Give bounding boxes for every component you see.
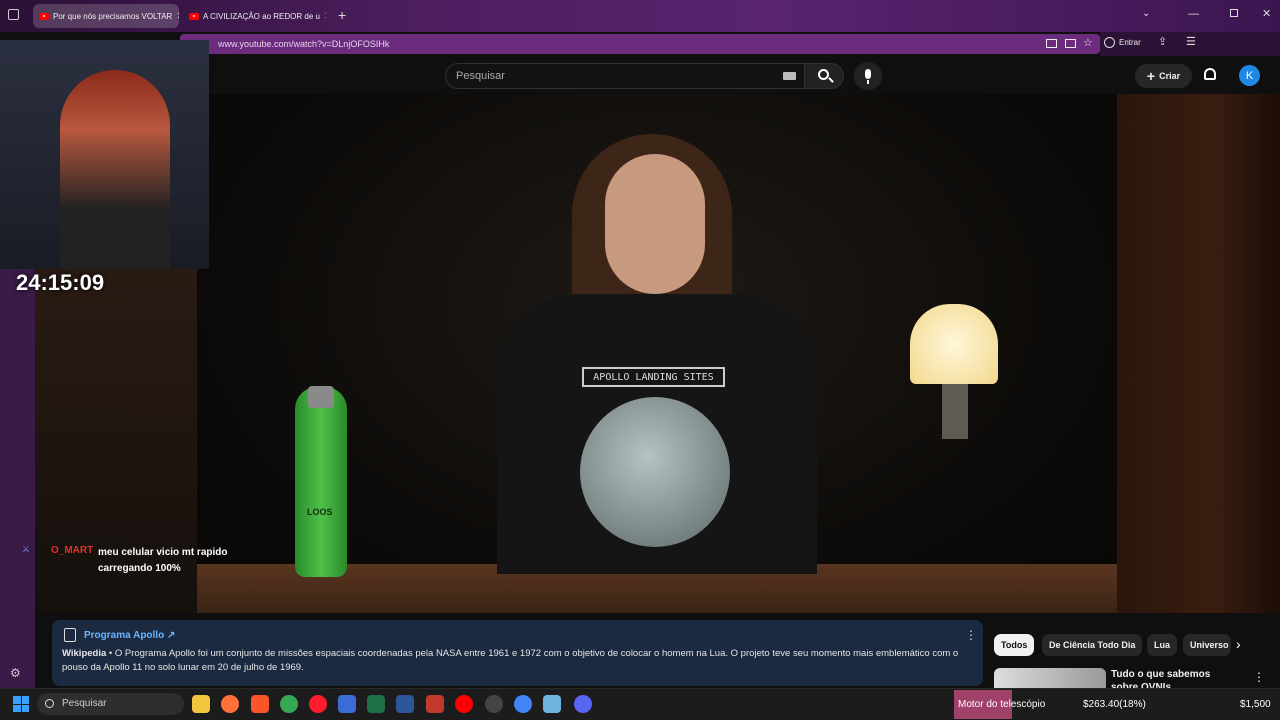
chat-message: meu celular vicio mt rapido carregando 1… (98, 547, 228, 574)
video-presenter-face (605, 154, 705, 294)
chrome-icon[interactable] (514, 695, 532, 713)
info-description: O Programa Apollo foi um conjunto de mis… (62, 648, 959, 673)
lamp (910, 304, 998, 384)
info-panel-text: Wikipedia • O Programa Apollo foi um con… (62, 648, 959, 673)
tab-title: Por que nós precisamos VOLTAR (53, 11, 173, 21)
word-icon[interactable] (396, 695, 414, 713)
close-icon[interactable]: ✕ (176, 11, 179, 22)
discord-icon[interactable] (574, 695, 592, 713)
search-input[interactable]: Pesquisar (445, 63, 805, 89)
chip-lua[interactable]: Lua (1147, 634, 1178, 656)
excel-icon[interactable] (367, 695, 385, 713)
sidebar-strip (0, 269, 35, 689)
bottle-cap (308, 386, 334, 408)
document-icon (64, 628, 76, 642)
bottle-text: LOOS (307, 507, 333, 517)
youtube-favicon-icon (189, 12, 199, 20)
mic-icon-stand (867, 80, 869, 84)
more-options-icon[interactable]: ⋮ (965, 628, 977, 642)
mic-icon (865, 69, 871, 79)
chat-badge-icon: ⚔ (22, 544, 31, 554)
pip-icon[interactable] (1046, 39, 1057, 48)
stock-name[interactable]: Motor do telescópio (958, 699, 1045, 710)
github-icon[interactable] (485, 695, 503, 713)
shirt-text: APOLLO LANDING SITES (582, 367, 725, 387)
info-source: Wikipedia (62, 648, 107, 659)
maximize-icon[interactable] (1230, 9, 1238, 17)
keyboard-icon[interactable] (783, 72, 796, 80)
close-icon[interactable]: ✕ (324, 11, 326, 22)
menu-icon[interactable]: ☰ (1186, 35, 1196, 48)
notepad-icon[interactable] (543, 695, 561, 713)
notifications-button[interactable] (1200, 65, 1220, 85)
account-icon[interactable] (1104, 37, 1115, 48)
brave-icon[interactable] (251, 695, 269, 713)
tab-title: A CIVILIZAÇÃO ao REDOR de u (203, 11, 320, 21)
bell-icon (1204, 68, 1216, 80)
search-icon-handle (828, 77, 834, 83)
chat-username: O_MART (51, 545, 94, 556)
create-button[interactable]: + Criar (1135, 64, 1192, 88)
external-link-icon: ↗ (166, 630, 176, 641)
video-player[interactable]: APOLLO LANDING SITES LOOS (197, 94, 1117, 613)
recommendation-thumbnail[interactable] (994, 668, 1106, 690)
chip-ciencia[interactable]: De Ciência Todo Dia (1042, 634, 1143, 656)
water-bottle: LOOS (295, 387, 347, 577)
new-tab-button[interactable]: + (338, 7, 346, 23)
youtube-favicon-icon (39, 12, 49, 20)
close-window-icon[interactable]: ✕ (1262, 7, 1271, 20)
streamer (60, 70, 170, 269)
browser-tab-bar: Por que nós precisamos VOLTAR ✕ A CIVILI… (0, 0, 1280, 32)
reader-icon[interactable] (1065, 39, 1076, 48)
browser-toolbar-right: Entrar ⇪ ☰ (1100, 32, 1280, 56)
search-icon (45, 699, 54, 708)
bookmark-star-icon[interactable]: ☆ (1083, 36, 1093, 49)
windows-start-icon[interactable] (13, 696, 29, 712)
chip-universo[interactable]: Universo (1183, 634, 1231, 656)
chrome-icon[interactable] (280, 695, 298, 713)
address-bar[interactable]: www.youtube.com/watch?v=DLnjOFOSIHk (180, 34, 1100, 54)
chevron-right-icon[interactable]: › (1236, 636, 1241, 652)
ambient-glow (1117, 94, 1280, 613)
extensions-icon[interactable]: ⇪ (1158, 35, 1167, 48)
file-explorer-icon[interactable] (192, 695, 210, 713)
plus-icon: + (1146, 68, 1156, 84)
tab-overview-icon[interactable] (8, 9, 19, 20)
taskbar-search[interactable]: Pesquisar (37, 693, 184, 715)
gear-icon[interactable]: ⚙ (10, 666, 21, 680)
moon-graphic (580, 397, 730, 547)
info-title-text: Programa Apollo (84, 630, 165, 641)
lamp-base (942, 384, 968, 439)
info-panel-title[interactable]: Programa Apollo ↗ (84, 630, 175, 641)
tab-active[interactable]: Por que nós precisamos VOLTAR ✕ (33, 4, 179, 28)
create-label: Criar (1159, 71, 1181, 81)
stream-timer: 24:15:09 (16, 270, 105, 295)
more-options-icon[interactable]: ⋮ (1253, 670, 1265, 684)
signin-label[interactable]: Entrar (1119, 38, 1141, 47)
webcam-overlay (0, 40, 209, 269)
stock-total: $1,500 (1240, 699, 1271, 710)
search-button[interactable] (804, 63, 844, 89)
firefox-icon[interactable] (221, 695, 239, 713)
recommendation-title[interactable]: Tudo o que sabemos sobre OVNIs (1111, 668, 1231, 688)
opera-icon[interactable] (309, 695, 327, 713)
tab-inactive[interactable]: A CIVILIZAÇÃO ao REDOR de u ✕ (183, 4, 326, 28)
url-text: www.youtube.com/watch?v=DLnjOFOSIHk (218, 39, 390, 49)
avatar[interactable]: K (1239, 65, 1260, 86)
app-icon[interactable] (338, 695, 356, 713)
minimize-icon[interactable]: — (1188, 8, 1199, 20)
app-icon[interactable] (426, 695, 444, 713)
youtube-icon[interactable] (455, 695, 473, 713)
stock-price: $263.40(18%) (1083, 699, 1146, 710)
chevron-down-icon[interactable]: ⌄ (1142, 8, 1150, 19)
chip-todos[interactable]: Todos (994, 634, 1035, 656)
voice-search-button[interactable] (854, 62, 882, 90)
